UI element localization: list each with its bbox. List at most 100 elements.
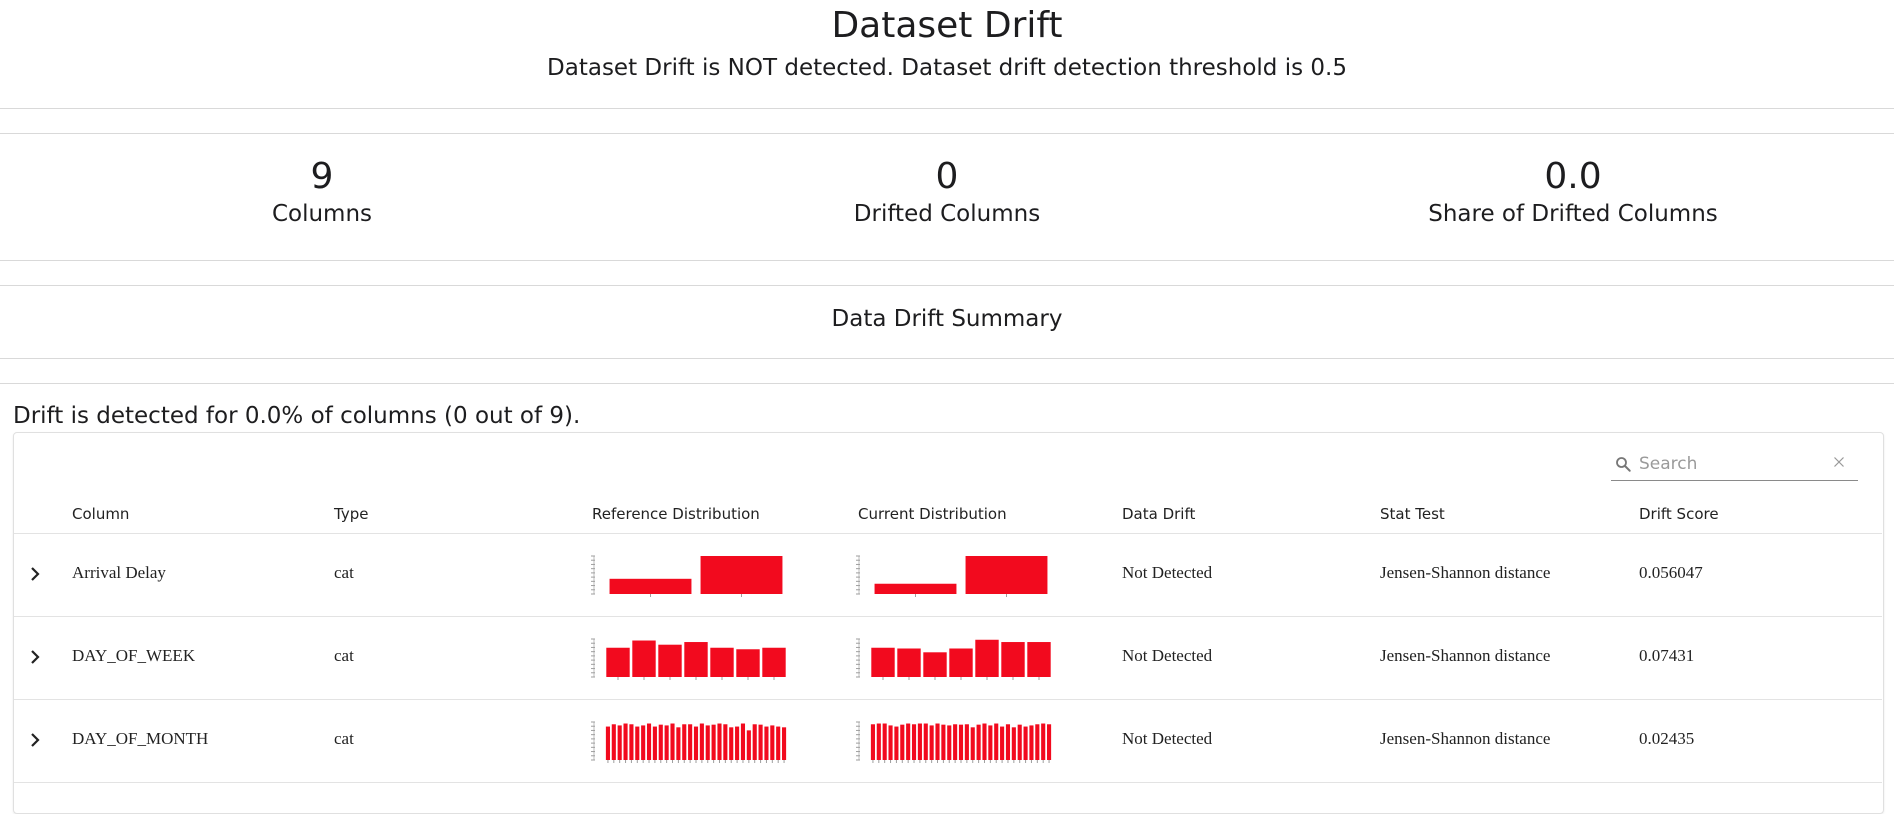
counter-value: 0	[935, 156, 959, 197]
counter-label: Drifted Columns	[853, 201, 1041, 227]
reference-distribution-chart	[591, 638, 786, 680]
distribution-bar	[1011, 727, 1016, 760]
distribution-bar	[923, 723, 928, 760]
distribution-bar	[770, 725, 775, 760]
distribution-bar	[764, 726, 769, 760]
distribution-bar	[758, 724, 763, 760]
distribution-bar	[870, 724, 875, 760]
distribution-bar	[635, 726, 640, 760]
column-header-drift-score[interactable]: Drift Score	[1639, 505, 1719, 523]
cell-data-drift: Not Detected	[1122, 563, 1213, 582]
distribution-bar	[882, 723, 887, 760]
column-header-data-drift[interactable]: Data Drift	[1122, 505, 1195, 523]
distribution-bar	[958, 724, 964, 760]
distribution-bar	[652, 726, 657, 760]
column-header-current-distribution: Current Distribution	[858, 505, 1007, 523]
distribution-bar	[965, 556, 1048, 594]
distribution-bar	[776, 726, 781, 760]
distribution-bar	[684, 642, 708, 677]
distribution-bar	[953, 724, 958, 760]
distribution-bar	[1000, 726, 1005, 760]
divider	[0, 133, 1894, 134]
distribution-bar	[736, 649, 760, 677]
distribution-bar	[658, 644, 682, 677]
distribution-bar	[688, 724, 693, 760]
distribution-bar	[710, 647, 734, 677]
distribution-bar	[929, 725, 934, 760]
counter-share-drifted: 0.0 Share of Drifted Columns	[1273, 156, 1873, 229]
close-icon[interactable]	[1830, 453, 1848, 471]
cell-type: cat	[334, 646, 354, 665]
divider	[0, 358, 1894, 359]
divider	[0, 285, 1894, 286]
column-header-stat-test[interactable]: Stat Test	[1380, 505, 1445, 523]
divider	[0, 108, 1894, 109]
chevron-right-icon[interactable]	[27, 732, 43, 748]
distribution-bar	[947, 725, 952, 760]
distribution-bar	[729, 727, 734, 760]
cell-stat-test: Jensen-Shannon distance	[1380, 563, 1551, 582]
distribution-bar	[609, 578, 692, 594]
distribution-bar	[1001, 642, 1025, 677]
distribution-bar	[606, 647, 630, 677]
table-divider	[14, 533, 1882, 534]
search-placeholder: Search	[1639, 454, 1698, 474]
cell-type: cat	[334, 563, 354, 582]
distribution-bar	[906, 723, 911, 760]
current-distribution-chart	[856, 638, 1051, 680]
cell-stat-test: Jensen-Shannon distance	[1380, 729, 1551, 748]
table-row-divider	[14, 616, 1882, 617]
drift-detection-text: Drift is detected for 0.0% of columns (0…	[13, 403, 581, 429]
distribution-bar	[970, 727, 975, 760]
cell-stat-test: Jensen-Shannon distance	[1380, 646, 1551, 665]
distribution-bar	[641, 725, 646, 760]
chevron-right-icon[interactable]	[27, 566, 43, 582]
distribution-bar	[646, 723, 652, 760]
reference-distribution-chart	[591, 721, 787, 763]
distribution-bar	[941, 724, 946, 760]
distribution-bar	[975, 639, 999, 677]
column-header-type[interactable]: Type	[334, 505, 368, 523]
cell-type: cat	[334, 729, 354, 748]
distribution-bar	[1005, 724, 1011, 760]
cell-drift-score: 0.056047	[1639, 563, 1703, 582]
distribution-bar	[735, 726, 740, 760]
distribution-bar	[740, 723, 746, 760]
distribution-bar	[949, 648, 973, 677]
distribution-bar	[623, 723, 628, 760]
distribution-bar	[700, 556, 783, 594]
distribution-bar	[782, 727, 787, 760]
cell-drift-score: 0.07431	[1639, 646, 1695, 665]
distribution-bar	[1017, 724, 1022, 760]
cell-drift-score: 0.02435	[1639, 729, 1695, 748]
counter-drifted-columns: 0 Drifted Columns	[647, 156, 1247, 229]
divider	[0, 383, 1894, 384]
distribution-bar	[1029, 725, 1034, 760]
distribution-bar	[976, 724, 981, 760]
cell-column: Arrival Delay	[72, 563, 166, 582]
distribution-bar	[632, 640, 656, 677]
distribution-bar	[762, 647, 786, 677]
chevron-right-icon[interactable]	[27, 649, 43, 665]
distribution-bar	[699, 723, 704, 760]
distribution-bar	[711, 724, 716, 760]
distribution-bar	[988, 725, 993, 760]
counter-columns: 9 Columns	[22, 156, 622, 229]
distribution-bar	[900, 724, 905, 760]
distribution-bar	[670, 723, 675, 760]
page-title: Dataset Drift	[831, 5, 1063, 46]
distribution-bar	[682, 724, 687, 760]
distribution-bar	[871, 647, 895, 677]
distribution-bar	[935, 723, 940, 760]
distribution-bar	[717, 723, 722, 760]
distribution-bar	[611, 724, 616, 760]
cell-data-drift: Not Detected	[1122, 646, 1213, 665]
distribution-bar	[705, 725, 710, 760]
column-header-column[interactable]: Column	[72, 505, 129, 523]
table-row-divider	[14, 782, 1882, 783]
search-input[interactable]: Search	[1611, 449, 1858, 481]
counter-value: 9	[310, 156, 334, 197]
distribution-bar	[693, 726, 699, 760]
distribution-bar	[658, 724, 663, 760]
cell-column: DAY_OF_MONTH	[72, 729, 209, 748]
